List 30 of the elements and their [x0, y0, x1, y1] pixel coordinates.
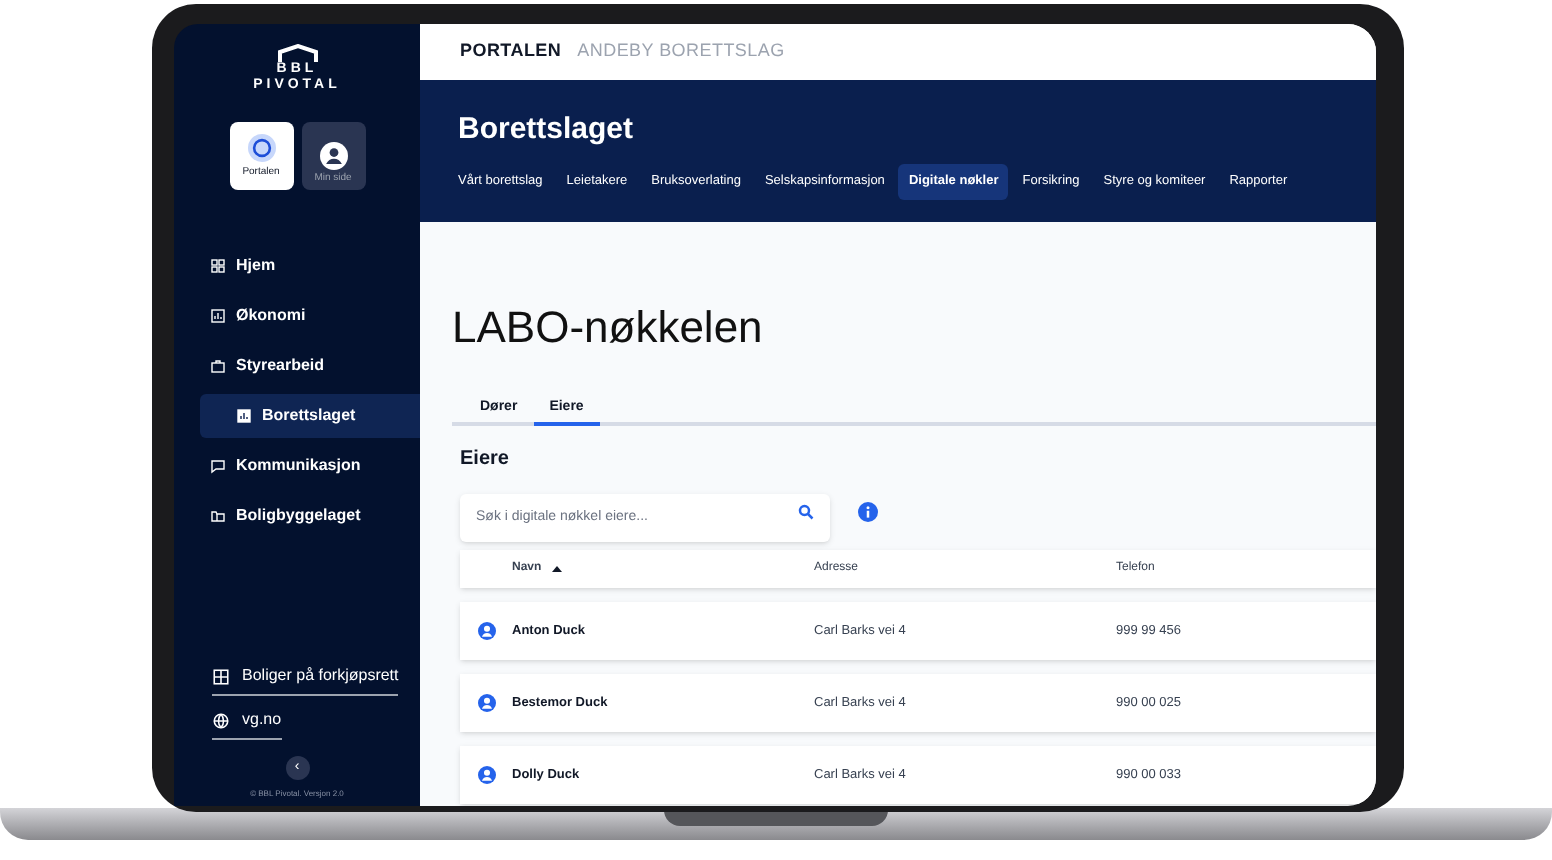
nav-item[interactable]: Økonomi — [174, 294, 420, 338]
person-icon — [477, 694, 495, 712]
bar-chart-icon — [236, 408, 252, 424]
grid-icon — [210, 258, 226, 274]
house-roof-icon — [275, 44, 319, 62]
nav-item[interactable]: Boligbyggelaget — [174, 494, 420, 538]
globe-icon — [212, 711, 230, 729]
person-icon — [477, 622, 495, 640]
chat-icon — [210, 458, 226, 474]
sort-arrow-icon[interactable] — [551, 566, 562, 572]
grid-box-icon — [212, 667, 230, 685]
sidebar-link[interactable]: Boliger på forkjøpsrett — [212, 664, 399, 696]
nav-item[interactable]: Kommunikasjon — [174, 444, 420, 488]
user-icon — [319, 142, 347, 170]
briefcase-icon — [210, 358, 226, 374]
nav-item[interactable]: Borettslaget — [200, 394, 420, 438]
portal-icon — [247, 134, 275, 162]
content-title: LABO-nøkkelen — [452, 302, 765, 354]
breadcrumb-link[interactable]: PORTALEN — [460, 38, 562, 66]
info-icon[interactable] — [858, 502, 878, 522]
nav-item[interactable]: Styrearbeid — [174, 344, 420, 388]
person-icon — [477, 766, 495, 784]
nav-item[interactable]: Hjem — [174, 244, 420, 288]
sidebar-link[interactable]: vg.no — [212, 708, 282, 740]
folder-icon — [210, 508, 226, 524]
chart-icon — [210, 308, 226, 324]
search-icon[interactable] — [798, 504, 814, 520]
page-title: Borettslaget — [456, 112, 636, 148]
section-title: Eiere — [460, 446, 511, 474]
user-button[interactable] — [301, 122, 365, 190]
